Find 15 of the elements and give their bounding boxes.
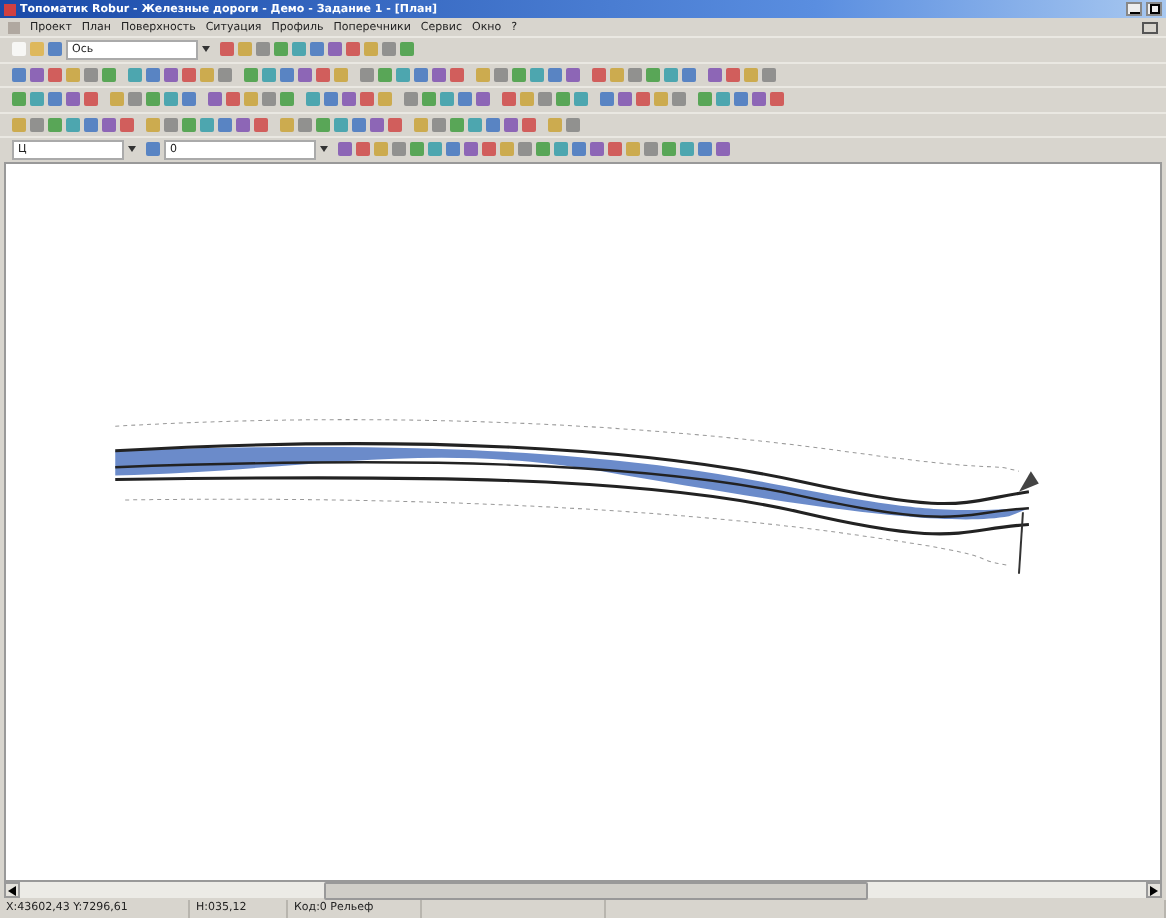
document-icon[interactable] (8, 21, 20, 33)
app-icon (4, 3, 16, 15)
scroll-right-button[interactable] (1146, 882, 1162, 898)
maximize-icon (1149, 4, 1159, 14)
restore-icon[interactable] (1142, 21, 1158, 33)
scroll-thumb[interactable] (324, 882, 869, 900)
layer-icon (146, 142, 160, 157)
right-arrow-icon (1150, 885, 1158, 895)
dropdown-arrow-icon[interactable] (202, 46, 210, 53)
scroll-left-button[interactable] (4, 882, 20, 898)
dropdown-arrow-icon[interactable] (128, 146, 136, 153)
left-arrow-icon (8, 885, 16, 895)
dropdown-arrow-icon[interactable] (320, 146, 328, 153)
maximize-button[interactable] (1146, 2, 1162, 16)
minimize-button[interactable] (1126, 2, 1142, 16)
